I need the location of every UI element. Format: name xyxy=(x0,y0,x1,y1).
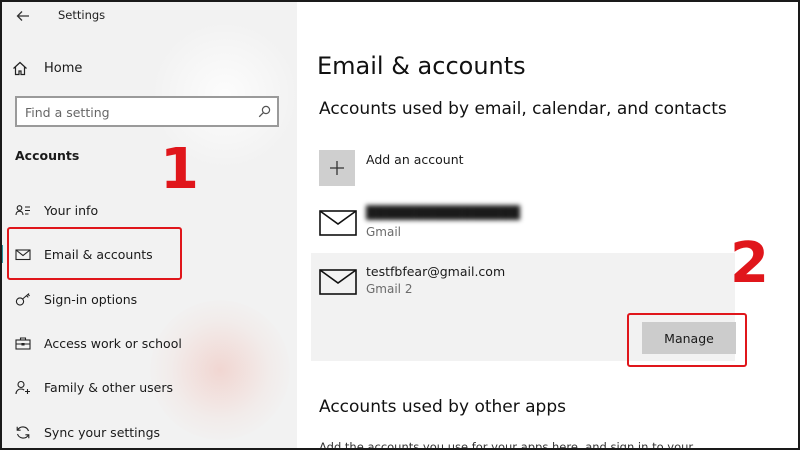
mail-icon xyxy=(319,269,357,295)
section-description: Add the accounts you use for your apps h… xyxy=(319,440,694,450)
person-add-icon xyxy=(14,379,32,395)
plus-icon xyxy=(330,161,344,175)
home-icon xyxy=(13,61,27,75)
sidebar-item-access-work-school[interactable]: Access work or school xyxy=(0,329,297,357)
sidebar-item-label: Family & other users xyxy=(44,379,173,395)
section-title-accounts: Accounts xyxy=(15,148,80,163)
page-title: Email & accounts xyxy=(317,52,526,80)
sidebar: Settings Home Accounts Your info Email &… xyxy=(0,0,297,450)
step-number-2: 2 xyxy=(730,231,769,296)
account-provider: Gmail 2 xyxy=(366,282,413,296)
sidebar-item-family-users[interactable]: Family & other users xyxy=(0,373,297,401)
key-icon xyxy=(14,291,32,307)
highlight-box-email-accounts xyxy=(7,227,182,280)
main-content: Email & accounts Accounts used by email,… xyxy=(297,0,800,450)
account-email-redacted: ████████████████ xyxy=(366,205,520,220)
add-tile xyxy=(319,150,355,186)
section-heading-email-calendar-contacts: Accounts used by email, calendar, and co… xyxy=(319,99,727,119)
sidebar-item-label: Sync your settings xyxy=(44,424,161,440)
search-box[interactable] xyxy=(15,96,279,127)
section-heading-other-apps: Accounts used by other apps xyxy=(319,397,566,417)
app-title: Settings xyxy=(58,8,106,22)
sidebar-item-sign-in-options[interactable]: Sign-in options xyxy=(0,285,297,313)
title-bar: Settings xyxy=(0,0,297,32)
add-account-button[interactable]: Add an account xyxy=(319,150,464,186)
home-label: Home xyxy=(44,60,83,76)
sidebar-item-label: Your info xyxy=(44,202,99,218)
briefcase-icon xyxy=(14,335,32,351)
sidebar-item-label: Access work or school xyxy=(44,335,182,351)
back-arrow-icon xyxy=(16,11,29,21)
home-nav-item[interactable]: Home xyxy=(12,57,82,79)
sidebar-item-your-info[interactable]: Your info xyxy=(0,196,297,224)
search-input[interactable] xyxy=(25,103,245,121)
account-provider: Gmail xyxy=(366,225,402,239)
back-button[interactable] xyxy=(12,6,34,26)
sync-icon xyxy=(14,424,32,440)
mail-icon xyxy=(319,210,357,236)
sidebar-item-label: Sign-in options xyxy=(44,291,138,307)
account-email: testfbfear@gmail.com xyxy=(366,264,506,279)
step-number-1: 1 xyxy=(160,137,199,202)
highlight-box-manage xyxy=(627,313,747,367)
person-card-icon xyxy=(14,202,32,218)
search-icon[interactable] xyxy=(258,105,271,118)
add-account-label: Add an account xyxy=(366,152,464,167)
account-item[interactable]: ████████████████ Gmail xyxy=(311,200,735,246)
sidebar-item-sync-settings[interactable]: Sync your settings xyxy=(0,418,297,446)
